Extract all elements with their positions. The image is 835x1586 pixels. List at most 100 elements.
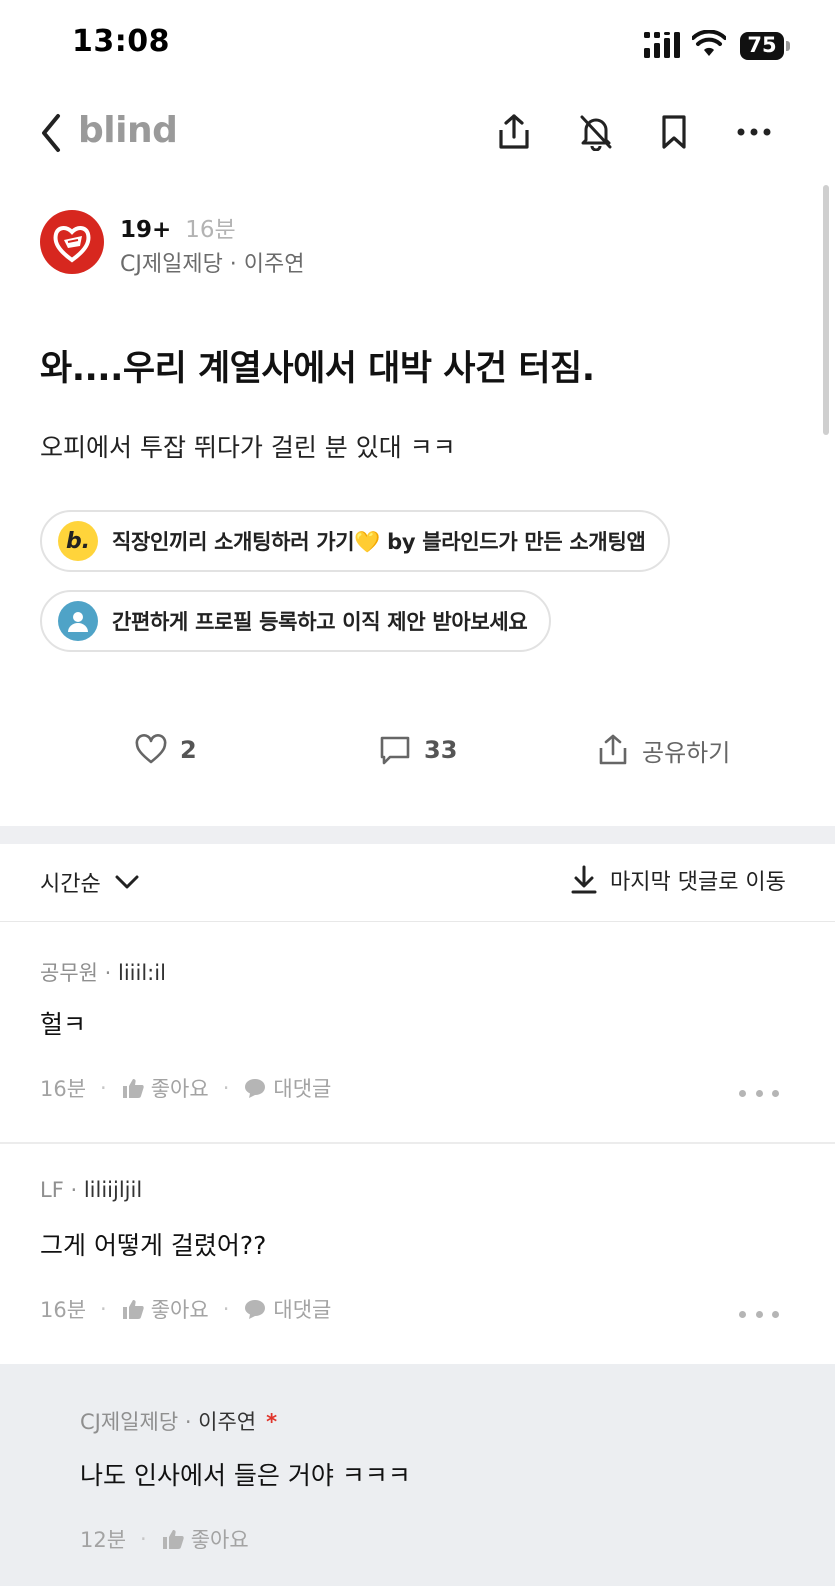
back-icon[interactable] — [38, 112, 64, 154]
more-dot — [772, 1310, 779, 1318]
comment-meta: CJ제일제당 · 이주연 * — [80, 1410, 278, 1434]
promo-text: 직장인끼리 소개팅하러 가기💛 by 블라인드가 만든 소개팅앱 — [112, 530, 646, 554]
comment-nickname[interactable]: liliijljil — [84, 1178, 142, 1202]
comment-like-button[interactable]: 좋아요 — [121, 1073, 209, 1103]
comment-company: CJ제일제당 — [80, 1410, 179, 1434]
heart-avatar-icon — [53, 226, 91, 263]
comment-sort-bar: 시간순 마지막 댓글로 이동 — [0, 844, 835, 922]
comment-text: 그게 어떻게 걸렸어?? — [40, 1231, 267, 1260]
brand-logo[interactable]: blind — [78, 110, 178, 151]
more-dot — [755, 1310, 763, 1318]
share-label: 공유하기 — [642, 738, 731, 767]
separator-dot: · — [100, 1297, 107, 1321]
scrollbar[interactable] — [823, 185, 829, 435]
reply-label: 대댓글 — [273, 1077, 332, 1101]
battery-indicator: 75 — [740, 32, 790, 60]
more-dot — [772, 1089, 779, 1097]
post-time: 16분 — [185, 217, 236, 243]
author-line: 19+ 16분 — [120, 210, 236, 244]
like-label: 좋아요 — [150, 1077, 209, 1101]
thumbs-up-icon — [122, 1079, 144, 1098]
bookmark-button[interactable] — [652, 110, 696, 154]
section-divider — [0, 826, 835, 844]
more-button[interactable] — [732, 110, 776, 154]
comment-item: 공무원 · liiil:il 헐ㅋ 16분 · 좋아요 · 대댓글 — [0, 923, 835, 1143]
comment-meta: 공무원 · liiil:il — [40, 961, 166, 985]
comment-company: LF — [40, 1178, 64, 1202]
battery-level: 75 — [747, 33, 777, 57]
comment-footer: 16분 · 좋아요 · 대댓글 — [40, 1073, 331, 1103]
separator-dot: · — [140, 1527, 147, 1551]
comment-text: 나도 인사에서 들은 거야 ㅋㅋㅋ — [80, 1461, 411, 1490]
heart-icon — [135, 734, 167, 764]
bookmark-icon — [662, 115, 686, 149]
nav-bar: blind — [0, 100, 835, 166]
jump-to-last-comment[interactable]: 마지막 댓글로 이동 — [570, 864, 786, 896]
promo-job-offer[interactable]: 간편하게 프로필 등록하고 이직 제안 받아보세요 — [40, 590, 552, 652]
speech-bubble-icon — [245, 1300, 266, 1319]
battery-tip — [786, 41, 790, 51]
comment-like-button[interactable]: 좋아요 — [161, 1524, 249, 1554]
bell-off-icon — [580, 115, 612, 151]
separator-dot: · — [222, 1076, 230, 1100]
comment-item: LF · liliijljil 그게 어떻게 걸렸어?? 16분 · 좋아요 ·… — [0, 1144, 835, 1364]
blind-b-icon: b. — [58, 521, 98, 561]
post-body: 오피에서 투잡 뛰다가 걸린 분 있대 ㅋㅋ — [40, 433, 456, 462]
jump-label: 마지막 댓글로 이동 — [610, 870, 786, 895]
download-arrow-icon — [571, 865, 597, 894]
thumbs-up-icon — [122, 1300, 144, 1319]
author-company: CJ제일제당 · 이주연 — [120, 252, 305, 277]
comment-more-button[interactable] — [739, 1304, 779, 1324]
promo-dating-app[interactable]: b. 직장인끼리 소개팅하러 가기💛 by 블라인드가 만든 소개팅앱 — [40, 510, 670, 572]
person-icon — [58, 601, 98, 641]
comment-time: 12분 — [80, 1528, 127, 1552]
comment-meta: LF · liliijljil — [40, 1178, 143, 1202]
more-dot — [755, 1089, 763, 1097]
share-button[interactable] — [492, 110, 536, 154]
like-label: 좋아요 — [150, 1298, 209, 1322]
avatar[interactable] — [40, 210, 104, 274]
comment-nickname[interactable]: liiil:il — [118, 961, 166, 985]
comment-footer: 16분 · 좋아요 · 대댓글 — [40, 1294, 331, 1324]
reply-item: CJ제일제당 · 이주연 * 나도 인사에서 들은 거야 ㅋㅋㅋ 12분 · 좋아… — [0, 1364, 835, 1586]
comment-count: 33 — [424, 736, 458, 764]
comment-reply-button[interactable]: 대댓글 — [243, 1294, 331, 1324]
comment-time: 16분 — [40, 1298, 87, 1322]
wifi-icon — [692, 30, 726, 56]
share-icon — [499, 114, 529, 149]
post-author: 19+ 16분 CJ제일제당 · 이주연 — [40, 210, 540, 280]
comment-nickname[interactable]: 이주연 — [198, 1410, 256, 1434]
comment-icon — [380, 736, 410, 765]
comment-text: 헐ㅋ — [40, 1010, 87, 1039]
op-marker: * — [266, 1410, 278, 1434]
author-nickname[interactable]: 19+ — [120, 217, 171, 243]
comment-time: 16분 — [40, 1077, 87, 1101]
comment-reply-button[interactable]: 대댓글 — [243, 1073, 331, 1103]
more-dot — [739, 1310, 746, 1318]
status-bar: 13:08 75 — [0, 0, 835, 90]
sort-label: 시간순 — [40, 872, 101, 897]
comment-company: 공무원 — [40, 961, 98, 985]
more-dot — [739, 1089, 746, 1097]
status-time: 13:08 — [72, 24, 170, 59]
like-label: 좋아요 — [190, 1528, 249, 1552]
comment-more-button[interactable] — [739, 1083, 779, 1103]
more-icon — [737, 128, 771, 136]
separator-dot: · — [100, 1076, 107, 1100]
reply-label: 대댓글 — [273, 1298, 332, 1322]
chevron-down-icon — [115, 875, 139, 889]
like-count: 2 — [180, 736, 197, 764]
like-button[interactable]: 2 — [134, 720, 197, 780]
comment-like-button[interactable]: 좋아요 — [121, 1294, 209, 1324]
separator-dot: · — [222, 1297, 230, 1321]
promo-text: 간편하게 프로필 등록하고 이직 제안 받아보세요 — [112, 610, 528, 634]
comment-count-button[interactable]: 33 — [378, 720, 457, 780]
sort-dropdown[interactable]: 시간순 — [40, 866, 141, 898]
notification-off-button[interactable] — [574, 110, 618, 154]
post-actions: 2 33 공유하기 — [0, 720, 835, 780]
post-title: 와....우리 계열사에서 대박 사건 터짐. — [40, 349, 595, 389]
share-icon — [599, 734, 627, 765]
speech-bubble-icon — [245, 1079, 266, 1098]
signal-icon — [644, 32, 680, 58]
share-post-button[interactable]: 공유하기 — [596, 720, 730, 780]
